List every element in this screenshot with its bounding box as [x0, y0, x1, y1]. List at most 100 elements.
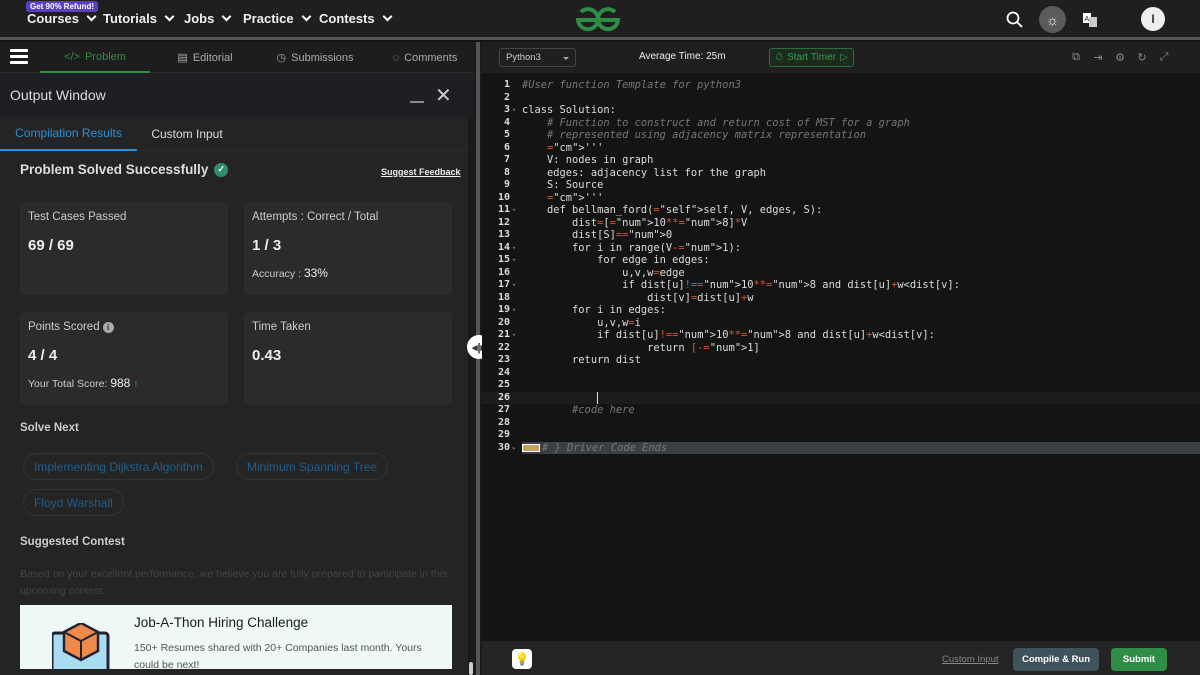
problem-pane: </> Problem ▤ Editorial ◷ Submissions ◌ Comm… [0, 42, 474, 675]
nav-courses[interactable]: Courses [27, 11, 97, 26]
attempts-card: Attempts : Correct / Total 1 / 3 Accurac… [244, 202, 452, 295]
code-text: u,v,w=edge [522, 266, 685, 279]
status-text: Problem Solved Successfully [20, 162, 209, 177]
code-line[interactable]: 9 S: Source [482, 179, 1200, 192]
solve-next-item[interactable]: Implementing Dijkstra Algorithm [23, 453, 214, 480]
fold-arrow-icon[interactable]: ▾ [512, 279, 516, 292]
custom-input-link[interactable]: Custom Input [942, 654, 999, 665]
code-line[interactable]: 5 # represented using adjacency matrix r… [482, 129, 1200, 142]
hamburger-menu-icon[interactable] [10, 49, 28, 65]
clock-icon: ◷ [276, 52, 287, 64]
card-label: Attempts : Correct / Total [252, 211, 379, 223]
code-line[interactable]: 30 ▸ # } Driver Code Ends [482, 441, 1200, 455]
code-line[interactable]: 26 [482, 391, 1200, 404]
code-line[interactable]: 19 ▾ for i in edges: [482, 304, 1200, 317]
code-line[interactable]: 28 [482, 417, 1200, 430]
info-icon[interactable]: i [102, 322, 114, 333]
suggest-feedback-link[interactable]: Suggest Feedback [381, 167, 461, 177]
code-editor[interactable]: 1 #User function Template for python3 2 3 ▾ c… [482, 73, 1200, 641]
theme-toggle-sun-icon[interactable]: ☼ [1039, 6, 1066, 33]
tab-submissions[interactable]: ◷ Submissions [265, 42, 365, 73]
code-line[interactable]: 7 V: nodes in graph [482, 154, 1200, 167]
solve-next-item[interactable]: Floyd Warshall [23, 489, 124, 516]
compile-run-button[interactable]: Compile & Run [1013, 648, 1099, 671]
close-icon[interactable]: ✕ [435, 83, 452, 108]
fold-arrow-icon[interactable]: ▾ [512, 329, 516, 342]
fold-arrow-icon[interactable]: ▾ [512, 254, 516, 267]
minimize-icon[interactable] [410, 101, 424, 103]
code-line[interactable]: 18 dist[v]=dist[u]+w [482, 292, 1200, 305]
fold-arrow-icon[interactable]: ▾ [512, 104, 516, 117]
line-number: 4 [503, 116, 510, 128]
code-line[interactable]: 22 return [-="num">1] [482, 342, 1200, 355]
svg-text:A: A [1085, 16, 1090, 23]
nav-contests[interactable]: Contests [319, 11, 393, 26]
fold-arrow-icon[interactable]: ▸ [512, 442, 516, 455]
fold-arrow-icon[interactable]: ▾ [512, 242, 516, 255]
user-avatar[interactable]: I [1141, 7, 1165, 31]
code-line[interactable]: 20 u,v,w=i [482, 317, 1200, 330]
reset-icon[interactable]: ↻ [1135, 50, 1149, 64]
result-tabs: Compilation Results Custom Input [0, 117, 474, 151]
fold-arrow-icon[interactable]: ▾ [512, 304, 516, 317]
lightbulb-icon[interactable]: 💡 [512, 649, 532, 669]
line-number: 22 [497, 341, 510, 353]
code-line[interactable]: 3 ▾ class Solution: [482, 104, 1200, 117]
code-line[interactable]: 24 [482, 367, 1200, 380]
translate-icon[interactable]: A [1078, 8, 1102, 32]
language-select[interactable]: Python3 [499, 48, 576, 67]
code-line[interactable]: 15 ▾ for edge in edges: [482, 254, 1200, 267]
line-number: 13 [497, 229, 510, 240]
tab-compilation-results[interactable]: Compilation Results [0, 117, 137, 151]
nav-label: Contests [319, 11, 375, 26]
contest-card[interactable]: Job-A-Thon Hiring Challenge 150+ Resumes… [20, 605, 452, 669]
tab-problem[interactable]: </> Problem [40, 42, 150, 73]
import-icon[interactable]: ⇥ [1091, 50, 1105, 64]
code-line[interactable]: 27 #code here [482, 404, 1200, 417]
code-line[interactable]: 21 ▾ if dist[u]!=="num">10**="num">8 and … [482, 329, 1200, 342]
gfg-logo[interactable] [574, 6, 626, 34]
points-value: 4 / 4 [28, 347, 58, 364]
code-line[interactable]: 12 dist=[="num">10**="num">8]*V [482, 217, 1200, 230]
code-line[interactable]: 23 return dist [482, 354, 1200, 367]
line-number: 14 [497, 241, 510, 253]
code-line[interactable]: 14 ▾ for i in range(V-="num">1): [482, 242, 1200, 255]
code-line[interactable]: 2 [482, 92, 1200, 105]
code-line[interactable]: 6 ="cm">''' [482, 142, 1200, 155]
tab-editorial[interactable]: ▤ Editorial [160, 42, 250, 73]
solve-next-item[interactable]: Minimum Spanning Tree [236, 453, 389, 480]
code-line[interactable]: 13 dist[S]=="num">0 [482, 229, 1200, 242]
copy-icon[interactable]: ⧉ [1069, 50, 1083, 64]
caret-down-icon [563, 57, 569, 60]
code-line[interactable]: 4 # Function to construct and return cos… [482, 117, 1200, 130]
fullscreen-icon[interactable]: ⤢ [1157, 50, 1171, 64]
code-line[interactable]: 8 edges: adjacency list for the graph [482, 167, 1200, 180]
nav-jobs[interactable]: Jobs [184, 11, 232, 26]
settings-icon[interactable]: ⚙ [1113, 50, 1127, 64]
tab-label: Comments [404, 51, 458, 64]
contest-title[interactable]: Job-A-Thon Hiring Challenge [134, 615, 308, 630]
scrollbar-thumb[interactable] [469, 662, 473, 675]
code-line[interactable]: 17 ▾ if dist[u]!=="num">10**="num">8 and … [482, 279, 1200, 292]
code-text: V: nodes in graph [522, 154, 654, 166]
code-line[interactable]: 11 ▾ def bellman_ford(="self">self, V, ed… [482, 204, 1200, 217]
nav-tutorials[interactable]: Tutorials [103, 11, 175, 26]
folded-code-icon[interactable] [522, 443, 540, 452]
output-window-header: Output Window ✕ [0, 73, 474, 117]
code-text: # Function to construct and return cost … [522, 116, 910, 129]
code-line[interactable]: 25 [482, 379, 1200, 392]
code-line[interactable]: 29 [482, 429, 1200, 442]
code-line[interactable]: 1 #User function Template for python3 [482, 79, 1200, 92]
nav-practice[interactable]: Practice [243, 11, 312, 26]
fold-arrow-icon[interactable]: ▾ [512, 204, 516, 217]
search-icon[interactable] [1003, 8, 1027, 32]
tab-comments[interactable]: ◌ Comments [380, 42, 470, 73]
submit-button[interactable]: Submit [1111, 648, 1167, 671]
code-line[interactable]: 10 ="cm">''' [482, 192, 1200, 205]
nav-label: Courses [27, 11, 80, 26]
start-timer-button[interactable]: ⏱ Start Timer ▷ [769, 48, 854, 67]
tab-custom-input[interactable]: Custom Input [140, 117, 234, 151]
code-line[interactable]: 16 u,v,w=edge [482, 267, 1200, 280]
code-text: dist=[="num">10**="num">8]*V [522, 216, 748, 229]
line-number: 24 [497, 366, 510, 378]
